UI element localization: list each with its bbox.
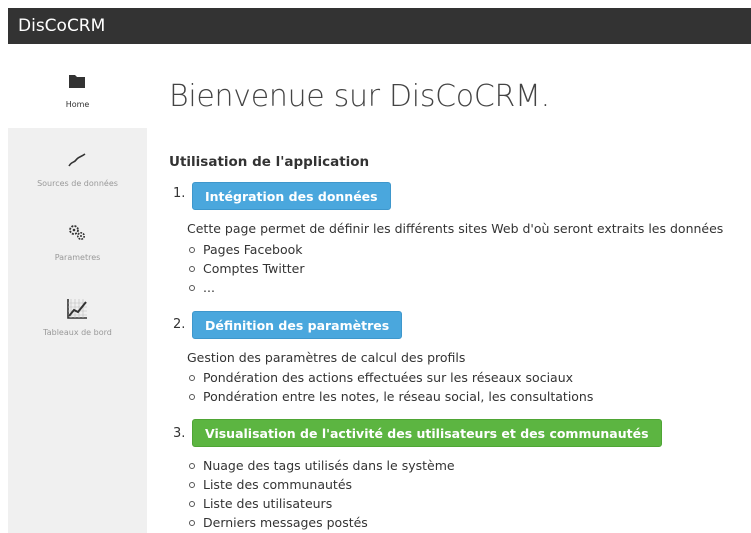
- main-content: Bienvenue sur DisCoCRM. Utilisation de l…: [147, 44, 751, 533]
- brand-logo[interactable]: DisCoCRM: [18, 16, 105, 36]
- top-navbar: DisCoCRM: [8, 8, 751, 44]
- visualisation-activite-button[interactable]: Visualisation de l'activité des utilisat…: [192, 419, 662, 447]
- list-item: Derniers messages postés: [187, 513, 455, 532]
- sidebar-item-sources[interactable]: Sources de données: [8, 139, 147, 223]
- sidebar-item-tableaux[interactable]: Tableaux de bord: [8, 287, 147, 371]
- sidebar-item-label: Sources de données: [37, 179, 118, 188]
- integration-donnees-button[interactable]: Intégration des données: [192, 182, 391, 210]
- folder-icon: [69, 75, 85, 88]
- step-bullet-list: Nuage des tags utilisés dans le système …: [187, 456, 455, 532]
- definition-parametres-button[interactable]: Définition des paramètres: [192, 311, 403, 339]
- sidebar-item-home[interactable]: Home: [8, 44, 147, 128]
- step-bullet-list: Pages Facebook Comptes Twitter ...: [187, 240, 304, 297]
- list-item: ...: [187, 278, 304, 297]
- list-item: Comptes Twitter: [187, 259, 304, 278]
- trend-line-icon: [68, 153, 86, 167]
- step-description: Cette page permet de définir les différe…: [187, 221, 724, 236]
- list-item: Nuage des tags utilisés dans le système: [187, 456, 455, 475]
- step-bullet-list: Pondération des actions effectuées sur l…: [187, 368, 593, 406]
- list-item: Pondération des actions effectuées sur l…: [187, 368, 593, 387]
- gears-icon: [69, 225, 86, 241]
- step-number: 2.: [173, 317, 186, 332]
- page-title: Bienvenue sur DisCoCRM.: [169, 79, 550, 114]
- step-number: 1.: [173, 186, 186, 201]
- list-item: Liste des communautés: [187, 475, 455, 494]
- sidebar-item-label: Tableaux de bord: [43, 328, 112, 337]
- sidebar-item-label: Home: [65, 100, 90, 109]
- step-description: Gestion des paramètres de calcul des pro…: [187, 350, 466, 365]
- step-number: 3.: [173, 426, 186, 441]
- sidebar: Home Sources de données Parametres Table…: [8, 44, 147, 533]
- list-item: Liste des utilisateurs: [187, 494, 455, 513]
- chart-icon: [67, 299, 87, 319]
- list-item: Pages Facebook: [187, 240, 304, 259]
- sidebar-item-parametres[interactable]: Parametres: [8, 212, 147, 296]
- section-title: Utilisation de l'application: [169, 154, 370, 170]
- list-item: Pondération entre les notes, le réseau s…: [187, 387, 593, 406]
- sidebar-item-label: Parametres: [54, 253, 101, 262]
